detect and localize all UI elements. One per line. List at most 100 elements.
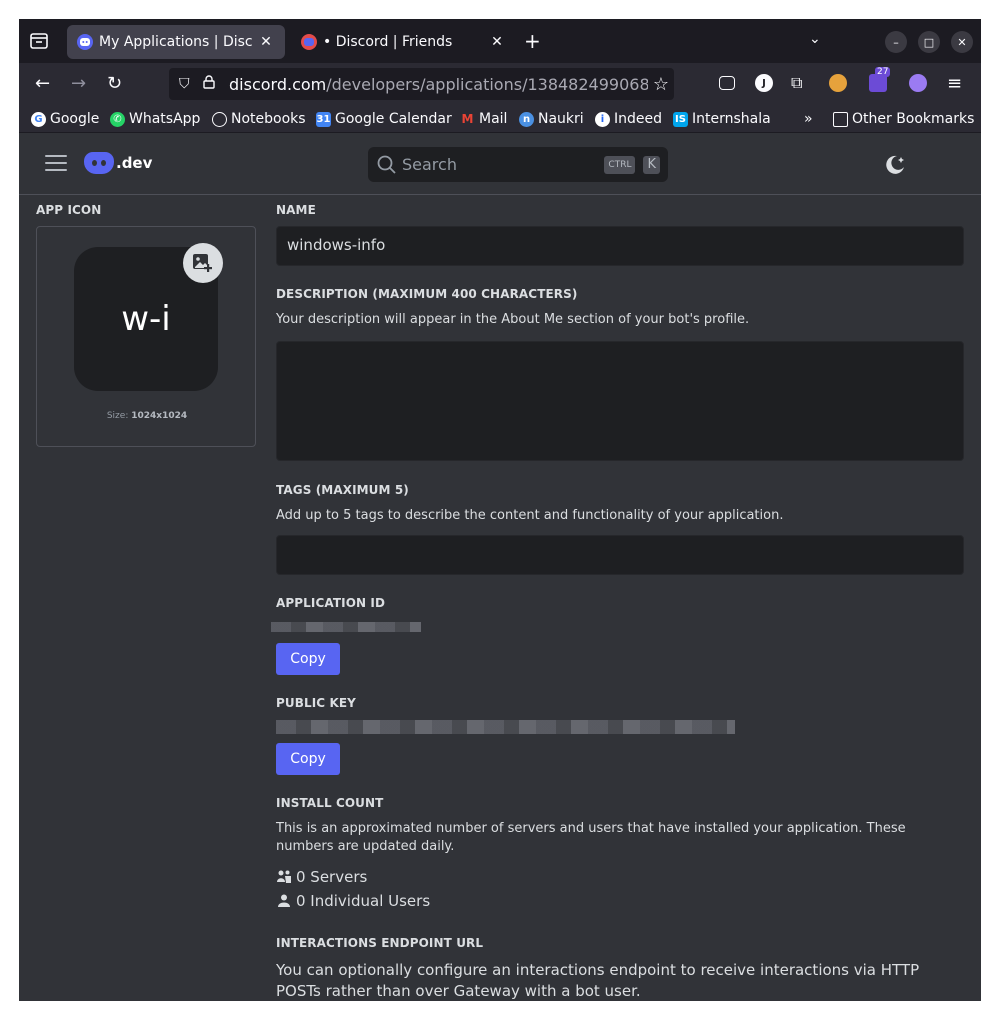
account-avatar-icon[interactable]: J	[755, 74, 773, 92]
name-label: NAME	[276, 203, 316, 217]
bookmarks-overflow-icon[interactable]: »	[804, 109, 813, 129]
calendar-icon: 31	[316, 111, 331, 127]
whatsapp-icon: ✆	[110, 111, 125, 127]
close-tab-icon[interactable]: ✕	[488, 34, 506, 50]
app-icon-card: w-i Size: 1024x1024	[36, 226, 256, 447]
app-icon-initials: w-i	[121, 299, 171, 339]
globe-icon	[212, 111, 227, 127]
discord-favicon-icon	[77, 34, 93, 50]
cookie-extension-icon[interactable]	[829, 74, 847, 92]
public-key-redacted	[276, 720, 735, 734]
back-arrow-icon[interactable]: ←	[35, 73, 50, 94]
bookmark-google[interactable]: G Google	[31, 109, 99, 129]
tags-helper: Add up to 5 tags to describe the content…	[276, 508, 784, 523]
internshala-icon: IS	[673, 111, 688, 127]
description-helper: Your description will appear in the Abou…	[276, 312, 750, 327]
app-icon-label: APP ICON	[36, 203, 102, 217]
servers-text: 0 Servers	[296, 868, 368, 886]
gmail-icon: M	[461, 112, 474, 126]
bookmark-label: WhatsApp	[129, 111, 201, 127]
bookmark-whatsapp[interactable]: ✆ WhatsApp	[110, 109, 200, 129]
users-count: 0 Individual Users	[276, 892, 430, 910]
description-label: DESCRIPTION (MAXIMUM 400 CHARACTERS)	[276, 287, 578, 301]
lock-icon[interactable]	[203, 75, 219, 93]
tab-bar: My Applications | Discord Developer Port…	[19, 19, 981, 63]
endpoint-helper: You can optionally configure an interact…	[276, 961, 920, 1000]
icon-size-note: Size: 1024x1024	[37, 411, 257, 421]
theme-toggle-moon-icon[interactable]	[883, 153, 907, 177]
kbd-k: K	[643, 155, 660, 174]
bookmark-label: Internshala	[692, 111, 771, 127]
add-image-icon	[193, 254, 212, 272]
tab-discord-friends[interactable]: • Discord | Friends ✕	[291, 25, 516, 59]
nav-bar: ← → ↻ ⛉ discord.com/developers/applicati…	[19, 63, 981, 105]
pocket-icon[interactable]	[719, 76, 735, 90]
copy-application-id-button[interactable]: Copy	[276, 643, 340, 675]
search-input[interactable]: Search CTRL K	[368, 147, 668, 182]
servers-count: 0 Servers	[276, 868, 367, 886]
tab-title: • Discord | Friends	[323, 34, 453, 50]
other-bookmarks[interactable]: Other Bookmarks	[833, 109, 974, 129]
bookmark-indeed[interactable]: i Indeed	[595, 109, 662, 129]
bookmark-label: Naukri	[538, 111, 584, 127]
bookmark-label: Google Calendar	[335, 111, 452, 127]
size-value: 1024x1024	[131, 411, 188, 421]
forward-arrow-icon[interactable]: →	[71, 73, 86, 94]
hamburger-menu-icon[interactable]	[45, 155, 67, 171]
naukri-icon: n	[519, 111, 534, 127]
bookmark-label: Other Bookmarks	[852, 111, 975, 127]
google-icon: G	[31, 111, 46, 127]
logo-text: .dev	[116, 154, 153, 172]
application-id-redacted	[271, 622, 421, 632]
user-icon	[278, 894, 290, 907]
bookmark-mail[interactable]: M Mail	[460, 109, 508, 129]
bookmark-label: Mail	[479, 111, 508, 127]
bookmark-naukri[interactable]: n Naukri	[519, 109, 584, 129]
reload-icon[interactable]: ↻	[107, 73, 122, 94]
tab-my-applications[interactable]: My Applications | Discord Developer Port…	[67, 25, 285, 59]
tab-list-icon[interactable]	[29, 32, 49, 50]
application-id-label: APPLICATION ID	[276, 596, 386, 610]
bookmark-label: Notebooks	[231, 111, 306, 127]
bookmark-google-calendar[interactable]: 31 Google Calendar	[316, 109, 452, 129]
url-bar[interactable]: ⛉ discord.com/developers/applications/13…	[169, 68, 674, 100]
extensions-puzzle-icon[interactable]: ⧉	[791, 73, 802, 93]
purple-extension-icon[interactable]	[909, 74, 927, 92]
minimize-icon[interactable]: –	[885, 31, 907, 53]
bookmark-notebooks[interactable]: Notebooks	[212, 109, 306, 129]
bookmark-star-icon[interactable]: ☆	[648, 74, 674, 95]
close-tab-icon[interactable]: ✕	[257, 34, 275, 50]
tags-input[interactable]	[276, 535, 964, 575]
window-close-icon[interactable]: ✕	[951, 31, 973, 53]
search-placeholder: Search	[402, 155, 457, 174]
discord-dev-logo[interactable]: .dev	[84, 152, 152, 174]
url-path: /developers/applications/138482499068336…	[326, 74, 648, 94]
app-header: .dev Search CTRL K	[19, 134, 981, 195]
maximize-icon[interactable]: □	[918, 31, 940, 53]
search-icon	[377, 155, 396, 174]
url-host: discord.com	[229, 74, 327, 94]
copy-public-key-button[interactable]: Copy	[276, 743, 340, 775]
name-input[interactable]: windows-info	[276, 226, 964, 266]
bookmarks-bar: G Google ✆ WhatsApp Notebooks 31 Google Cal…	[19, 105, 981, 133]
description-textarea[interactable]	[276, 341, 964, 461]
menu-icon[interactable]: ≡	[947, 73, 962, 94]
bookmark-internshala[interactable]: IS Internshala	[673, 109, 771, 129]
endpoint-label: INTERACTIONS ENDPOINT URL	[276, 936, 484, 950]
url-text: discord.com/developers/applications/1384…	[229, 75, 648, 94]
shield-icon[interactable]: ⛉	[179, 76, 195, 92]
name-value: windows-info	[287, 236, 386, 254]
extension-badge: 27	[875, 67, 891, 77]
chevron-down-icon[interactable]: ⌄	[809, 31, 821, 47]
install-count-label: INSTALL COUNT	[276, 796, 384, 810]
discord-logo-icon	[84, 152, 114, 174]
bookmark-label: Indeed	[614, 111, 663, 127]
indeed-icon: i	[595, 111, 610, 127]
upload-image-button[interactable]	[183, 243, 223, 283]
size-prefix: Size:	[106, 411, 129, 421]
discord-friends-favicon-icon	[301, 34, 317, 50]
users-text: 0 Individual Users	[296, 892, 431, 910]
tags-label: TAGS (MAXIMUM 5)	[276, 483, 409, 497]
new-tab-icon[interactable]: +	[524, 29, 541, 53]
servers-icon	[277, 870, 291, 883]
